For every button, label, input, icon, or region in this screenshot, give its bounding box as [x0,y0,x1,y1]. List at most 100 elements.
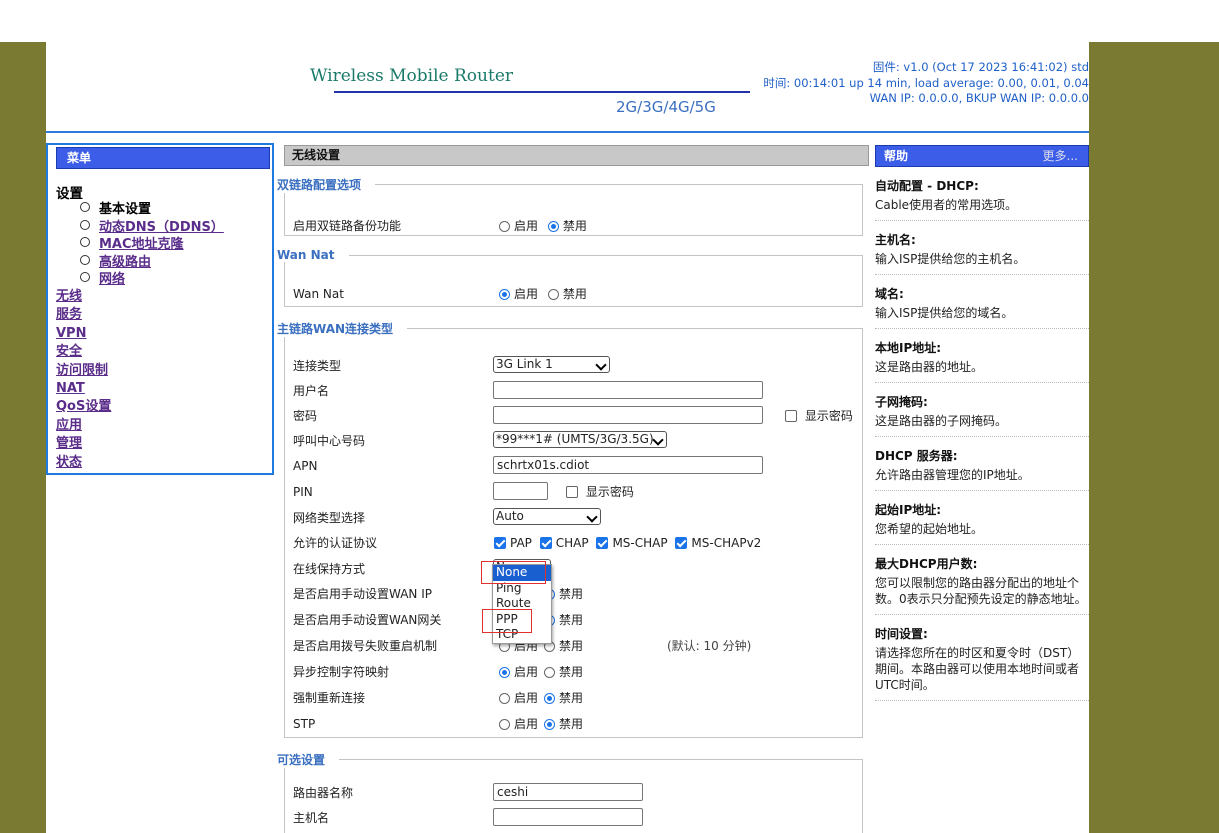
help-item: 起始IP地址: 您希望的起始地址。 [875,502,1089,545]
wan-connection-legend: 主链路WAN连接类型 [277,320,408,337]
wan-nat-enable-radio[interactable] [499,289,510,300]
redial-restart-row: 是否启用拨号失败重启机制 启用 禁用 (默认: 10 分钟) [293,636,853,656]
mschap-checkbox[interactable] [596,537,609,549]
username-label: 用户名 [293,384,330,398]
sidebar-menu: 菜单 设置 基本设置 动态DNS（DDNS） MAC地址克隆 高级路由 网络 无… [46,143,274,475]
auth-protocol-row: 允许的认证协议 PAP CHAP MS-CHAP MS-CHAPv2 [293,533,853,553]
show-password-checkbox[interactable] [785,410,797,422]
router-name-label: 路由器名称 [293,786,354,800]
menu-item-applications[interactable]: 应用 [56,417,111,435]
help-list: 自动配置 - DHCP: Cable使用者的常用选项。 主机名: 输入ISP提供给您… [875,178,1089,712]
password-input[interactable] [493,406,763,424]
username-input[interactable] [493,381,763,399]
wan-nat-legend: Wan Nat [277,248,349,262]
menu-section-settings: 设置 [56,186,83,202]
manual-wan-gateway-label: 是否启用手动设置WAN网关 [293,613,442,627]
title-underline [334,91,750,93]
help-more-link[interactable]: 更多... [1043,146,1078,166]
stp-enable-radio[interactable] [499,719,510,730]
help-item: 域名: 输入ISP提供给您的域名。 [875,286,1089,329]
dual-enable-radio[interactable] [499,221,510,232]
settings-submenu: 基本设置 动态DNS（DDNS） MAC地址克隆 高级路由 网络 [80,201,224,289]
force-enable-radio[interactable] [499,693,510,704]
radio-label: 启用 [514,691,539,705]
async-disable-radio[interactable] [544,667,556,678]
show-password-toggle[interactable]: 显示密码 [781,406,853,426]
force-disable-radio[interactable] [544,693,556,704]
help-item-title: DHCP 服务器: [875,449,958,463]
pap-label: PAP [510,536,532,550]
show-password-label: 显示密码 [804,409,853,423]
dial-number-select[interactable]: *99***1# (UMTS/3G/3.5G) [493,431,667,448]
mschapv2-checkbox[interactable] [675,537,688,549]
help-item-desc: 这是路由器的子网掩码。 [875,414,1008,428]
pin-show-toggle[interactable]: 显示密码 [562,485,634,499]
dual-disable-radio[interactable] [547,221,559,232]
force-reconnect-row: 强制重新连接 启用 禁用 [293,688,853,708]
bullet-icon [80,202,90,212]
dual-link-group: 双链路配置选项 启用双链路备份功能 启用 禁用 [277,176,863,236]
pin-show-checkbox[interactable] [566,486,578,498]
menu-item-vpn[interactable]: VPN [56,325,111,343]
help-item-desc: 请选择您所在的时区和夏令时（DST）期间。本路由器可以使用本地时间或者UTC时间… [875,646,1080,692]
router-subtitle: 2G/3G/4G/5G [616,98,716,116]
stp-disable-radio[interactable] [544,719,556,730]
wan-nat-group: Wan Nat Wan Nat 启用 禁用 [277,248,863,307]
help-item-desc: Cable使用者的常用选项。 [875,198,1018,212]
password-row: 密码 显示密码 [293,406,853,426]
submenu-item-mac-clone[interactable]: MAC地址克隆 [80,236,224,254]
chap-label: CHAP [555,536,589,550]
apn-input[interactable]: schrtx01s.cdiot [493,456,763,474]
optional-settings-legend: 可选设置 [277,751,340,768]
main-menu-list: 无线 服务 VPN 安全 访问限制 NAT QoS设置 应用 管理 状态 [56,288,111,472]
keepalive-label: 在线保持方式 [293,562,366,576]
conn-type-select[interactable]: 3G Link 1 [493,356,610,373]
radio-label: 禁用 [559,717,584,731]
menu-item-access-restrictions[interactable]: 访问限制 [56,362,111,380]
help-header: 帮助 更多... [875,145,1089,167]
help-item-title: 子网掩码: [875,395,928,409]
highlight-box-none [481,561,546,584]
radio-label: 禁用 [559,639,584,653]
network-type-select[interactable]: Auto [493,508,601,525]
menu-item-nat[interactable]: NAT [56,380,111,398]
apn-label: APN [293,459,318,473]
menu-item-security[interactable]: 安全 [56,343,111,361]
network-type-value: Auto [496,509,524,523]
submenu-item-ddns[interactable]: 动态DNS（DDNS） [80,219,224,237]
hostname-input[interactable] [493,808,643,826]
async-enable-radio[interactable] [499,667,510,678]
submenu-item-network[interactable]: 网络 [80,271,224,289]
menu-item-services[interactable]: 服务 [56,306,111,324]
menu-item-status[interactable]: 状态 [56,454,111,472]
help-item: 主机名: 输入ISP提供给您的主机名。 [875,232,1089,275]
uptime-info: 时间: 00:14:01 up 14 min, load average: 0.… [763,75,1089,90]
pap-checkbox[interactable] [494,537,506,549]
manual-wan-ip-label: 是否启用手动设置WAN IP [293,587,432,601]
help-item-title: 最大DHCP用户数: [875,557,978,571]
network-type-row: 网络类型选择 Auto [293,508,853,528]
menu-item-qos[interactable]: QoS设置 [56,398,111,416]
username-row: 用户名 [293,381,853,401]
hostname-row: 主机名 [293,808,853,828]
bullet-icon [80,219,90,230]
async-map-row: 异步控制字符映射 启用 禁用 [293,662,853,682]
pin-label: PIN [293,485,313,499]
help-item-desc: 这是路由器的地址。 [875,360,984,374]
help-item-desc: 允许路由器管理您的IP地址。 [875,468,1030,482]
menu-title: 菜单 [56,147,270,169]
pin-input[interactable] [493,482,548,500]
router-title: Wireless Mobile Router [310,66,514,86]
menu-item-administration[interactable]: 管理 [56,435,111,453]
submenu-item-advanced-routing[interactable]: 高级路由 [80,254,224,272]
menu-item-wireless[interactable]: 无线 [56,288,111,306]
radio-label: 启用 [514,219,539,233]
page-title: 无线设置 [284,145,869,166]
network-type-label: 网络类型选择 [293,511,366,525]
router-name-input[interactable]: ceshi [493,783,643,801]
auth-protocol-label: 允许的认证协议 [293,536,378,550]
highlight-box-ppp [482,609,532,633]
right-background-band [1089,42,1219,833]
wan-nat-disable-radio[interactable] [547,289,559,300]
chap-checkbox[interactable] [539,537,552,549]
